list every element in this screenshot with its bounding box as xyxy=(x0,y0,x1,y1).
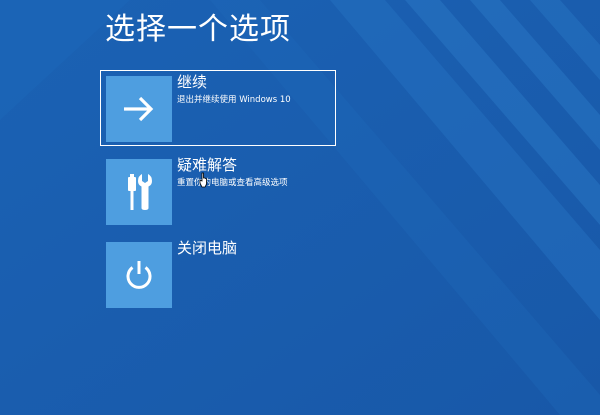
arrow-right-icon xyxy=(124,96,154,122)
troubleshoot-description: 重置你的电脑或查看高级选项 xyxy=(177,178,288,188)
troubleshoot-tile[interactable] xyxy=(106,159,172,225)
troubleshoot-option[interactable]: 疑难解答 重置你的电脑或查看高级选项 xyxy=(100,153,336,229)
mouse-pointer-icon xyxy=(199,172,207,188)
turn-off-option[interactable]: 关闭电脑 xyxy=(100,236,336,312)
turn-off-tile[interactable] xyxy=(106,242,172,308)
power-icon xyxy=(126,261,152,289)
continue-tile[interactable] xyxy=(106,76,172,142)
tools-icon xyxy=(128,174,152,210)
continue-option[interactable]: 继续 退出并继续使用 Windows 10 xyxy=(100,70,336,146)
continue-title: 继续 xyxy=(177,73,208,91)
continue-description: 退出并继续使用 Windows 10 xyxy=(177,95,291,105)
page-title: 选择一个选项 xyxy=(105,12,291,47)
turn-off-title: 关闭电脑 xyxy=(177,239,238,257)
